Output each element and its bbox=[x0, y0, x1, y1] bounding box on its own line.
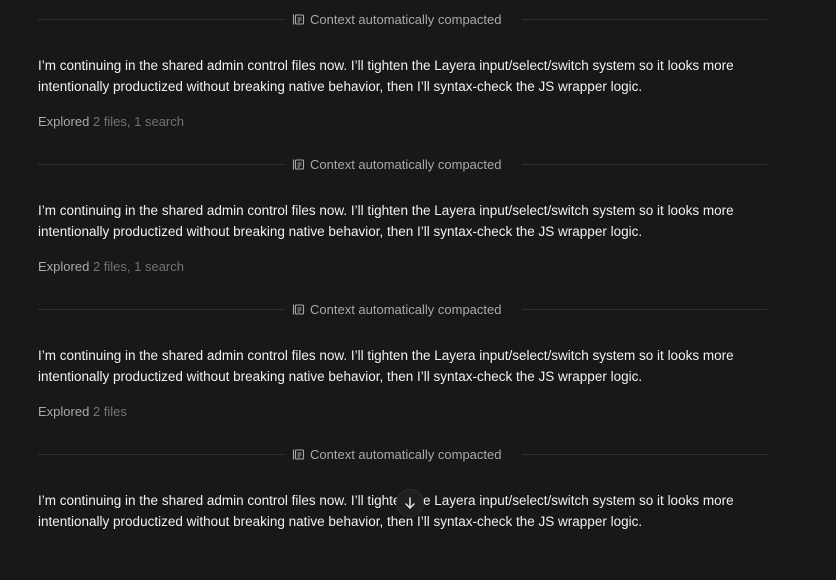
message-line: I’m continuing in the shared admin contr… bbox=[38, 203, 734, 218]
divider-line bbox=[38, 454, 285, 455]
compact-context-icon bbox=[292, 158, 305, 170]
conversation-block: Context automatically compacted I’m cont… bbox=[38, 145, 767, 290]
message-line: intentionally productized without breaki… bbox=[38, 369, 643, 384]
message-line: I’m continuing in the shared admin contr… bbox=[38, 348, 734, 363]
divider-line bbox=[38, 19, 285, 20]
compaction-notice: Context automatically compacted bbox=[292, 156, 501, 172]
explored-verb: Explored bbox=[38, 114, 90, 129]
explored-summary[interactable]: Explored 2 files, 1 search bbox=[38, 114, 184, 130]
compaction-label: Context automatically compacted bbox=[310, 446, 502, 462]
compaction-notice: Context automatically compacted bbox=[292, 301, 501, 317]
explored-summary[interactable]: Explored 2 files, 1 search bbox=[38, 259, 184, 275]
conversation-block: Context automatically compacted I’m cont… bbox=[38, 290, 767, 435]
compaction-label: Context automatically compacted bbox=[310, 11, 502, 27]
compact-context-icon bbox=[292, 448, 305, 460]
message-line: intentionally productized without breaki… bbox=[38, 79, 643, 94]
divider-line bbox=[38, 309, 285, 310]
message-line: intentionally productized without breaki… bbox=[38, 224, 643, 239]
explored-detail: 2 files bbox=[92, 404, 127, 419]
assistant-message: I’m continuing in the shared admin contr… bbox=[38, 55, 767, 97]
compact-context-icon bbox=[292, 13, 305, 25]
divider-line bbox=[522, 454, 767, 455]
assistant-message: I’m continuing in the shared admin contr… bbox=[38, 200, 767, 242]
compaction-notice: Context automatically compacted bbox=[292, 446, 501, 462]
conversation-block: Context automatically compacted I’m cont… bbox=[38, 0, 767, 145]
explored-summary[interactable]: Explored 2 files bbox=[38, 404, 127, 420]
divider-line bbox=[38, 164, 285, 165]
assistant-message: I’m continuing in the shared admin contr… bbox=[38, 345, 767, 387]
compaction-label: Context automatically compacted bbox=[310, 301, 502, 317]
scroll-to-bottom-button[interactable] bbox=[396, 489, 424, 517]
divider-line bbox=[522, 19, 767, 20]
compact-context-icon bbox=[292, 303, 305, 315]
compaction-label: Context automatically compacted bbox=[310, 156, 502, 172]
divider-line bbox=[522, 164, 767, 165]
message-line: I’m continuing in the shared admin contr… bbox=[38, 58, 734, 73]
explored-verb: Explored bbox=[38, 259, 90, 274]
arrow-down-icon bbox=[405, 497, 415, 509]
explored-verb: Explored bbox=[38, 404, 90, 419]
divider-line bbox=[522, 309, 767, 310]
explored-detail: 2 files, 1 search bbox=[92, 259, 184, 274]
compaction-notice: Context automatically compacted bbox=[292, 11, 501, 27]
explored-detail: 2 files, 1 search bbox=[92, 114, 184, 129]
